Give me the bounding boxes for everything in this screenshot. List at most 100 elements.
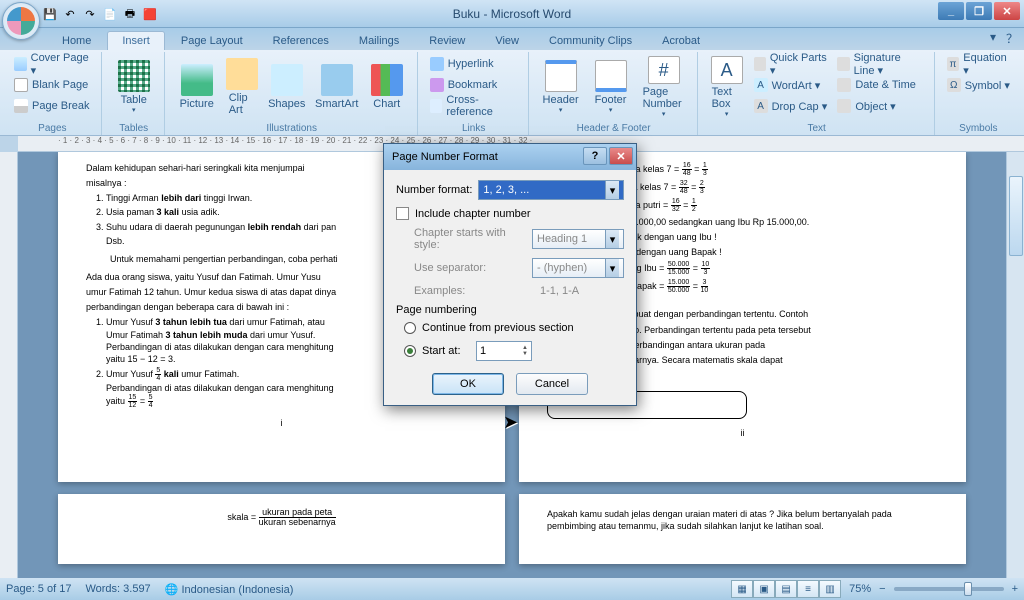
tab-references[interactable]: References [259,32,343,50]
ok-button[interactable]: OK [432,373,504,395]
tab-insert[interactable]: Insert [107,31,165,50]
page-bottom-left[interactable]: skala = ukuran pada petaukuran sebenarny… [58,494,505,564]
symbol-icon: Ω [947,78,961,92]
maximize-button[interactable]: ❐ [966,2,992,20]
smartart-button[interactable]: SmartArt [313,54,361,120]
vertical-scrollbar[interactable] [1006,152,1024,578]
tab-view[interactable]: View [481,32,533,50]
group-tables: Table▾ Tables [104,52,165,135]
clip-art-button[interactable]: Clip Art [223,54,261,120]
zoom-slider[interactable] [894,587,1004,591]
page-number-button[interactable]: #Page Number▾ [637,54,691,120]
qat-new-icon[interactable]: 📄 [102,7,118,23]
view-web-layout[interactable]: ▤ [775,580,797,598]
group-label-links: Links [420,123,528,134]
tab-home[interactable]: Home [48,32,105,50]
status-words[interactable]: Words: 3.597 [85,583,150,595]
status-page[interactable]: Page: 5 of 17 [6,583,71,595]
qat-redo-icon[interactable]: ↷ [82,7,98,23]
quick-parts-button[interactable]: Quick Parts ▾ [750,54,832,74]
chevron-down-icon: ▾ [605,181,619,199]
group-label-pages: Pages [4,123,101,134]
view-draft[interactable]: ▥ [819,580,841,598]
wordart-button[interactable]: AWordArt ▾ [750,75,832,95]
dialog-title-bar[interactable]: Page Number Format ? ✕ [384,144,636,170]
status-lang[interactable]: 🌐 Indonesian (Indonesia) [165,583,294,596]
group-text: AText Box▾ Quick Parts ▾ AWordArt ▾ ADro… [700,52,935,135]
radio-continue[interactable] [404,322,416,334]
number-format-select[interactable]: 1, 2, 3, ...▾ [478,180,624,200]
chapter-style-label: Chapter starts with style: [414,227,526,251]
cancel-button[interactable]: Cancel [516,373,588,395]
signature-line-button[interactable]: Signature Line ▾ [833,54,927,74]
date-time-button[interactable]: Date & Time [833,75,927,95]
picture-button[interactable]: Picture [173,54,221,120]
close-button[interactable]: ✕ [994,2,1020,20]
cross-reference-button[interactable]: Cross-reference [426,96,522,116]
view-full-screen[interactable]: ▣ [753,580,775,598]
qat-save-icon[interactable]: 💾 [42,7,58,23]
header-button[interactable]: Header▾ [537,54,585,120]
page-number-format-dialog: Page Number Format ? ✕ Number format: 1,… [383,143,637,406]
chart-icon [371,64,403,96]
hyperlink-icon [430,57,444,71]
tab-page-layout[interactable]: Page Layout [167,32,257,50]
page-bottom-right[interactable]: Apakah kamu sudah jelas dengan uraian ma… [519,494,966,564]
minimize-button[interactable]: _ [938,2,964,20]
cover-page-button[interactable]: Cover Page ▾ [10,54,95,74]
qat-undo-icon[interactable]: ↶ [62,7,78,23]
qat-print-icon[interactable]: 🖶 [122,7,138,23]
separator-select: - (hyphen)▾ [532,258,624,278]
ribbon-minimize-icon[interactable]: ▾ [990,30,996,47]
date-time-icon [837,78,851,92]
include-chapter-checkbox[interactable] [396,207,409,220]
wordart-icon: A [754,78,768,92]
radio-start-at[interactable] [404,345,416,357]
text-box-button[interactable]: AText Box▾ [706,54,748,120]
chart-button[interactable]: Chart [363,54,411,120]
drop-cap-button[interactable]: ADrop Cap ▾ [750,96,832,116]
page-number-icon: # [648,56,680,84]
vertical-ruler[interactable] [0,152,18,578]
group-label-tables: Tables [104,123,164,134]
hyperlink-button[interactable]: Hyperlink [426,54,522,74]
smartart-icon [321,64,353,96]
shapes-button[interactable]: Shapes [263,54,311,120]
dialog-close-button[interactable]: ✕ [609,147,633,165]
zoom-in-button[interactable]: + [1012,583,1018,595]
group-label-illustrations: Illustrations [167,123,417,134]
zoom-out-button[interactable]: − [879,583,885,595]
blank-page-button[interactable]: Blank Page [10,75,95,95]
object-button[interactable]: Object ▾ [833,96,927,116]
chevron-down-icon: ▾ [605,230,619,248]
start-at-input[interactable]: 1▲▼ [476,341,532,361]
shapes-icon [271,64,303,96]
office-button[interactable] [2,2,40,40]
tab-acrobat[interactable]: Acrobat [648,32,714,50]
equation-icon: π [947,57,960,71]
dialog-help-button[interactable]: ? [583,147,607,165]
bookmark-button[interactable]: Bookmark [426,75,522,95]
tab-mailings[interactable]: Mailings [345,32,413,50]
cover-page-icon [14,57,27,71]
object-icon [837,99,851,113]
scroll-thumb[interactable] [1009,176,1023,256]
examples-label: Examples: [414,285,534,297]
page-break-button[interactable]: Page Break [10,96,95,116]
qat-extra-icon[interactable]: 🟥 [142,7,158,23]
number-format-label: Number format: [396,184,472,196]
zoom-thumb[interactable] [964,582,972,596]
zoom-level[interactable]: 75% [849,583,871,595]
symbol-button[interactable]: ΩSymbol ▾ [943,75,1014,95]
footer-button[interactable]: Footer▾ [587,54,635,120]
help-icon[interactable]: ？ [1006,30,1018,47]
blank-page-icon [14,78,28,92]
equation-button[interactable]: πEquation ▾ [943,54,1014,74]
table-button[interactable]: Table▾ [110,54,158,120]
view-outline[interactable]: ≡ [797,580,819,598]
view-print-layout[interactable]: ▦ [731,580,753,598]
picture-icon [181,64,213,96]
tab-review[interactable]: Review [415,32,479,50]
group-pages: Cover Page ▾ Blank Page Page Break Pages [4,52,102,135]
tab-community-clips[interactable]: Community Clips [535,32,646,50]
